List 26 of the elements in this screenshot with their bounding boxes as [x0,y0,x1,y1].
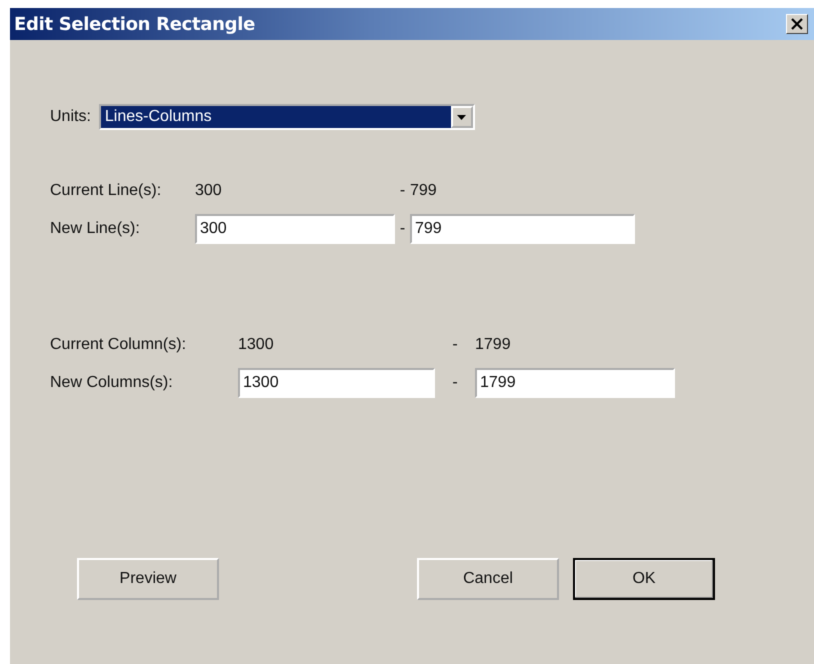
dialog-button[interactable]: OK [573,558,715,600]
close-icon [791,18,803,30]
input-field[interactable]: 1300 [238,368,435,398]
units-dropdown[interactable]: Lines-Columns [98,104,475,130]
dropdown-button[interactable] [450,106,473,128]
caret-icon [457,114,466,120]
input-field[interactable]: 1799 [475,368,675,398]
dialog-button[interactable]: Preview [77,558,219,600]
close-button[interactable] [786,14,808,34]
range-separator: - [451,374,459,392]
input-field[interactable]: 799 [410,214,635,244]
range-separator: - [398,182,406,200]
window-title: Edit Selection Rectangle [14,14,256,34]
current-value: 1300 [238,336,275,354]
current-value: 300 [195,182,223,200]
units-label: Units: [50,108,91,126]
dialog-button[interactable]: Cancel [417,558,559,600]
current-value: 1799 [475,336,512,354]
input-field[interactable]: 300 [195,214,395,244]
current-label: Current Column(s): [50,336,188,354]
new-label: New Columns(s): [50,374,174,392]
new-label: New Line(s): [50,220,141,238]
range-separator: - [398,220,406,238]
current-label: Current Line(s): [50,182,162,200]
range-separator: - [451,336,459,354]
current-value: 799 [410,182,438,200]
